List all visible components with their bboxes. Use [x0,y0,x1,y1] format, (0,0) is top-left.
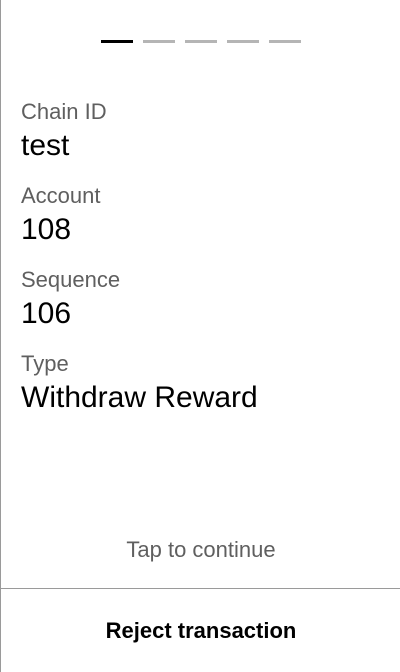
account-field: Account 108 [21,182,381,266]
reject-transaction-button[interactable]: Reject transaction [1,589,400,672]
transaction-actions-footer: Reject transaction [1,588,400,672]
chain-id-value: test [21,129,70,162]
tap-to-continue-hint[interactable]: Tap to continue [1,536,400,564]
step-progress-indicator [101,40,301,43]
transaction-type-label: Type [21,351,69,376]
progress-step-1-active [101,40,133,43]
transaction-review-screen: Chain ID test Account 108 Sequence 106 T… [0,0,400,672]
transaction-type-value: Withdraw Reward [21,381,258,414]
chain-id-label: Chain ID [21,99,107,124]
progress-step-5 [269,40,301,43]
progress-step-4 [227,40,259,43]
sequence-value: 106 [21,297,72,330]
account-value: 108 [21,213,72,246]
progress-step-3 [185,40,217,43]
sequence-field: Sequence 106 [21,266,381,350]
transaction-details: Chain ID test Account 108 Sequence 106 T… [21,98,381,434]
transaction-type-field: Type Withdraw Reward [21,350,381,434]
account-label: Account [21,183,101,208]
sequence-label: Sequence [21,267,121,292]
chain-id-field: Chain ID test [21,98,381,182]
progress-step-2 [143,40,175,43]
